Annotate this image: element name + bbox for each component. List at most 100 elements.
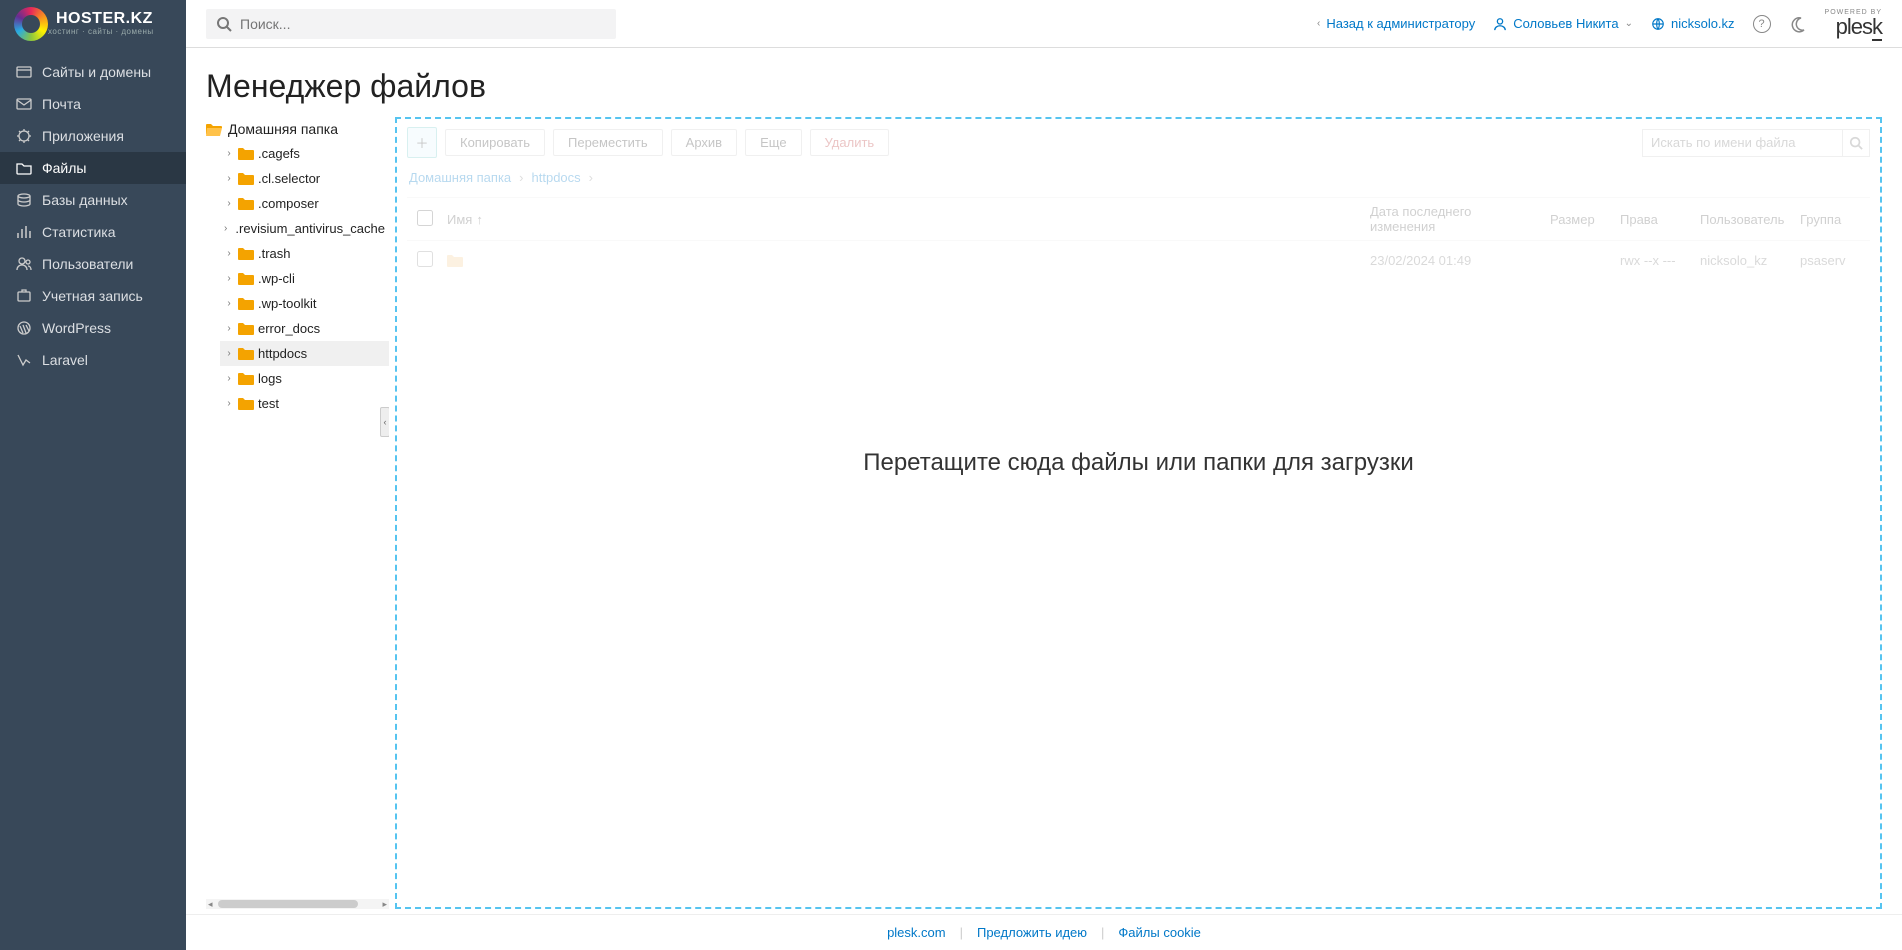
tree-node-label: .wp-toolkit — [258, 296, 317, 311]
domain-link[interactable]: nicksolo.kz — [1651, 16, 1735, 31]
tree-node-label: error_docs — [258, 321, 320, 336]
file-table-header: Имя ↑ Дата последнего изменения Размер П… — [407, 197, 1870, 241]
tree-list: ›.cagefs›.cl.selector›.composer›.revisiu… — [220, 141, 389, 416]
tree-node-httpdocs[interactable]: › httpdocs — [220, 341, 389, 366]
sidebar-item-users[interactable]: Пользователи — [0, 248, 186, 280]
col-perm[interactable]: Права — [1620, 212, 1690, 227]
chevron-right-icon: › — [224, 223, 227, 234]
sidebar-item-mail[interactable]: Почта — [0, 88, 186, 120]
folder-icon — [238, 397, 254, 410]
select-all-checkbox[interactable] — [417, 210, 433, 226]
tree-node-label: httpdocs — [258, 346, 307, 361]
tree-node-error_docs[interactable]: › error_docs — [220, 316, 389, 341]
tree-node-logs[interactable]: ›logs — [220, 366, 389, 391]
sidebar-item-label: Базы данных — [42, 192, 128, 208]
sidebar-item-label: Пользователи — [42, 256, 133, 272]
scroll-thumb[interactable] — [218, 900, 358, 908]
chevron-right-icon: › — [224, 373, 234, 384]
logo[interactable]: HOSTER.KZ хостинг · сайты · домены — [0, 0, 186, 48]
chevron-right-icon: › — [224, 173, 234, 184]
sidebar-item-sites[interactable]: Сайты и домены — [0, 56, 186, 88]
search-input[interactable] — [206, 9, 616, 39]
delete-button[interactable]: Удалить — [810, 129, 890, 156]
folder-icon — [238, 347, 254, 360]
col-name[interactable]: Имя ↑ — [447, 212, 1360, 227]
sidebar-item-label: Статистика — [42, 224, 116, 240]
col-date[interactable]: Дата последнего изменения — [1370, 204, 1540, 234]
copy-button[interactable]: Копировать — [445, 129, 545, 156]
file-drop-zone[interactable]: ＋ Копировать Переместить Архив Еще Удали… — [395, 117, 1882, 909]
chevron-right-icon: › — [224, 248, 234, 259]
tree-node-clselector[interactable]: ›.cl.selector — [220, 166, 389, 191]
domain-label: nicksolo.kz — [1671, 16, 1735, 31]
back-to-admin-link[interactable]: ‹ Назад к администратору — [1317, 16, 1475, 31]
tree-h-scrollbar[interactable]: ◂ ▸ — [206, 899, 389, 909]
row-checkbox[interactable] — [417, 251, 433, 267]
tree-node-cagefs[interactable]: ›.cagefs — [220, 141, 389, 166]
chevron-right-icon: › — [224, 323, 234, 334]
tree-collapse-handle[interactable]: ‹ — [380, 407, 389, 437]
sidebar-item-account[interactable]: Учетная запись — [0, 280, 186, 312]
file-search-button[interactable] — [1842, 129, 1870, 157]
table-row[interactable]: 23/02/2024 01:49 rwx --x --- nicksolo_kz… — [407, 241, 1870, 280]
plesk-label: plesk — [1825, 16, 1882, 38]
move-button[interactable]: Переместить — [553, 129, 663, 156]
folder-icon — [238, 272, 254, 285]
more-button[interactable]: Еще — [745, 129, 801, 156]
sidebar-item-label: Учетная запись — [42, 288, 143, 304]
logo-tagline: хостинг · сайты · домены — [48, 27, 154, 36]
sidebar-item-laravel[interactable]: Laravel — [0, 344, 186, 376]
tree-node-composer[interactable]: ›.composer — [220, 191, 389, 216]
chevron-left-icon: ‹ — [1317, 18, 1320, 29]
sidebar-item-files[interactable]: Файлы — [0, 152, 186, 184]
footer-plesk-link[interactable]: plesk.com — [887, 925, 946, 940]
col-name-label: Имя — [447, 212, 472, 227]
archive-button[interactable]: Архив — [671, 129, 737, 156]
tree-node-label: test — [258, 396, 279, 411]
col-group[interactable]: Группа — [1800, 212, 1860, 227]
search-icon — [1849, 136, 1863, 150]
sidebar-item-wordpress[interactable]: WordPress — [0, 312, 186, 344]
add-button[interactable]: ＋ — [407, 127, 437, 158]
tree-node-label: .composer — [258, 196, 319, 211]
tree-node-revisium_antivirus_cache[interactable]: ›.revisium_antivirus_cache — [220, 216, 389, 241]
folder-icon — [238, 197, 254, 210]
file-pane-inner: ＋ Копировать Переместить Архив Еще Удали… — [397, 119, 1880, 907]
footer-cookies-link[interactable]: Файлы cookie — [1118, 925, 1201, 940]
tree-node-label: .wp-cli — [258, 271, 295, 286]
dark-mode-icon[interactable] — [1789, 15, 1807, 33]
tree-node-trash[interactable]: ›.trash — [220, 241, 389, 266]
tree-node-wp-toolkit[interactable]: ›.wp-toolkit — [220, 291, 389, 316]
breadcrumb-item[interactable]: Домашняя папка — [409, 170, 511, 185]
scroll-left-icon: ◂ — [208, 899, 213, 909]
globe-icon — [1651, 17, 1665, 31]
sidebar-item-label: Приложения — [42, 128, 124, 144]
breadcrumb-separator: › — [589, 170, 593, 185]
col-user[interactable]: Пользователь — [1700, 212, 1790, 227]
sidebar-item-apps[interactable]: Приложения — [0, 120, 186, 152]
sidebar-item-stats[interactable]: Статистика — [0, 216, 186, 248]
folder-open-icon — [206, 123, 222, 136]
tree-node-test[interactable]: ›test — [220, 391, 389, 416]
sidebar-item-db[interactable]: Базы данных — [0, 184, 186, 216]
file-search — [1642, 129, 1870, 157]
logo-brand: HOSTER.KZ — [56, 11, 154, 27]
tree-root-label: Домашняя папка — [228, 121, 338, 137]
footer-suggest-link[interactable]: Предложить идею — [977, 925, 1087, 940]
footer-separator: | — [960, 925, 963, 940]
chevron-right-icon: › — [224, 348, 234, 359]
chevron-right-icon: › — [224, 273, 234, 284]
header-right: ‹ Назад к администратору Соловьев Никита… — [1317, 9, 1902, 38]
plesk-brand[interactable]: POWERED BY plesk — [1825, 9, 1882, 38]
user-menu[interactable]: Соловьев Никита ⌄ — [1493, 16, 1633, 31]
header-bar: HOSTER.KZ хостинг · сайты · домены ‹ Наз… — [0, 0, 1902, 48]
help-icon[interactable]: ? — [1753, 15, 1771, 33]
content-area: Менеджер файлов Домашняя папка ›.cagefs›… — [186, 48, 1902, 950]
breadcrumb-item[interactable]: httpdocs — [532, 170, 581, 185]
chevron-down-icon: ⌄ — [1625, 18, 1633, 29]
logo-swirl-icon — [14, 7, 48, 41]
tree-node-wp-cli[interactable]: › .wp-cli — [220, 266, 389, 291]
col-size[interactable]: Размер — [1550, 212, 1610, 227]
file-search-input[interactable] — [1642, 129, 1842, 157]
tree-root[interactable]: Домашняя папка — [206, 117, 389, 141]
